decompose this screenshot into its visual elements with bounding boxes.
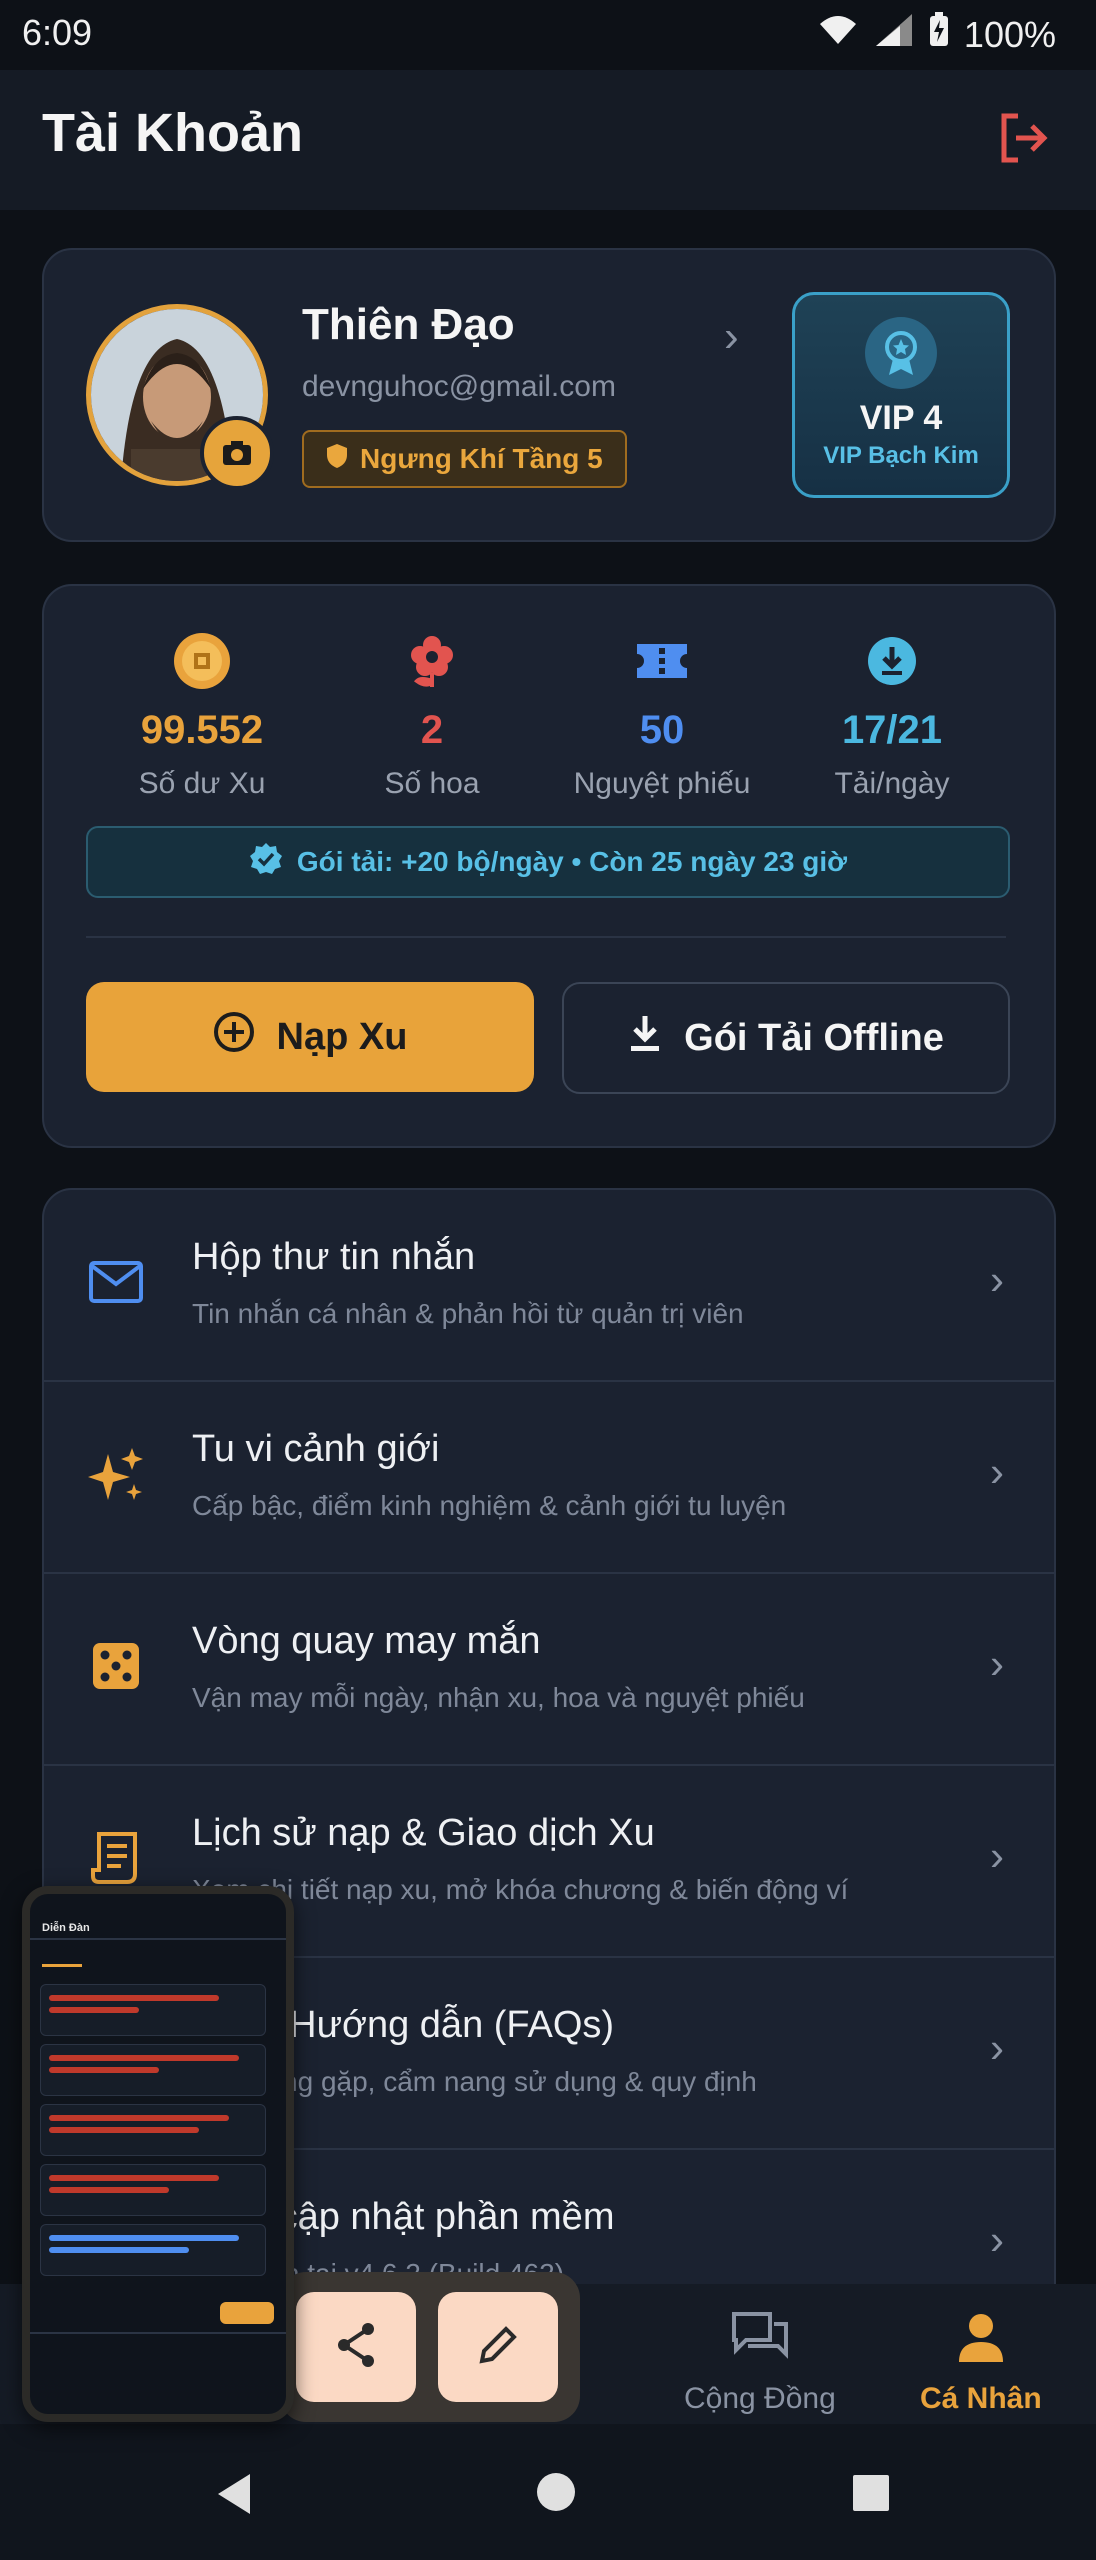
- offline-package-button[interactable]: Gói Tải Offline: [562, 982, 1010, 1094]
- menu-title: Tu vi cảnh giới: [192, 1428, 440, 1470]
- recents-icon[interactable]: [852, 2474, 890, 2517]
- coin-icon: [172, 628, 232, 694]
- system-navigation-bar: [0, 2424, 1096, 2560]
- back-icon[interactable]: [214, 2472, 254, 2521]
- divider: [86, 936, 1006, 938]
- package-text: Gói tải: +20 bộ/ngày • Còn 25 ngày 23 gi…: [296, 846, 848, 877]
- nav-item-community[interactable]: Cộng Đồng: [684, 2310, 836, 2416]
- signal-icon: [874, 12, 914, 57]
- screenshot-preview[interactable]: Diễn Đàn: [22, 1886, 294, 2422]
- stat-tickets-label: Nguyệt phiếu: [573, 767, 751, 800]
- mini-post: [40, 1984, 266, 2036]
- chevron-right-icon[interactable]: ›: [724, 312, 739, 362]
- download-icon: [866, 628, 918, 694]
- stat-downloads[interactable]: 17/21 Tải/ngày: [782, 628, 1002, 801]
- mini-post: [40, 2164, 266, 2216]
- mini-fab: [220, 2302, 274, 2324]
- menu-subtitle: Cấp bậc, điểm kinh nghiệm & cảnh giới tu…: [192, 1490, 787, 1521]
- dice-icon: [84, 1634, 148, 1698]
- ticket-icon: [635, 628, 689, 694]
- stat-flowers[interactable]: 2 Số hoa: [322, 628, 542, 801]
- sparkle-icon: [84, 1442, 148, 1506]
- receipt-icon: [84, 1826, 148, 1890]
- topup-button[interactable]: Nạp Xu: [86, 982, 534, 1092]
- vip-card[interactable]: VIP 4 VIP Bạch Kim: [792, 292, 1010, 498]
- plus-circle-icon: [213, 1011, 255, 1063]
- nav-label: Cộng Đồng: [684, 2382, 836, 2415]
- battery-percent: 100%: [963, 13, 1056, 55]
- mini-divider: [30, 1938, 286, 1940]
- person-icon: [953, 2310, 1009, 2374]
- wifi-icon: [816, 12, 860, 57]
- stat-coins[interactable]: 99.552 Số dư Xu: [92, 628, 312, 801]
- nav-item-profile[interactable]: Cá Nhân: [920, 2310, 1042, 2416]
- mini-title: Diễn Đàn: [42, 1922, 90, 1934]
- home-icon[interactable]: [536, 2472, 576, 2517]
- chevron-right-icon: ›: [990, 2024, 1004, 2071]
- verified-icon: [249, 842, 283, 883]
- battery-icon: [928, 12, 950, 57]
- mini-post: [40, 2224, 266, 2276]
- share-icon: [334, 2321, 378, 2374]
- topup-label: Nạp Xu: [276, 1015, 408, 1058]
- chevron-right-icon: ›: [990, 1640, 1004, 1687]
- chevron-right-icon: ›: [990, 1448, 1004, 1495]
- stat-coins-value: 99.552: [140, 708, 264, 752]
- stat-flowers-value: 2: [420, 708, 444, 752]
- profile-name: Thiên Đạo: [302, 300, 515, 349]
- offline-label: Gói Tải Offline: [684, 1016, 944, 1059]
- vip-badge-icon: [865, 317, 937, 389]
- stat-downloads-label: Tải/ngày: [834, 767, 950, 800]
- status-time: 6:09: [22, 12, 93, 53]
- vip-name: VIP Bạch Kim: [823, 442, 979, 469]
- edit-button[interactable]: [438, 2292, 558, 2402]
- mini-divider: [30, 2332, 286, 2334]
- pencil-icon: [476, 2323, 520, 2372]
- mini-post: [40, 2044, 266, 2096]
- status-icons: 100%: [816, 12, 1056, 57]
- menu-item-inbox[interactable]: Hộp thư tin nhắn Tin nhắn cá nhân & phản…: [44, 1190, 1054, 1382]
- stat-tickets[interactable]: 50 Nguyệt phiếu: [552, 628, 772, 801]
- menu-title: Lịch sử nạp & Giao dịch Xu: [192, 1812, 655, 1854]
- menu-title: Vòng quay may mắn: [192, 1620, 541, 1662]
- rank-badge: Ngưng Khí Tầng 5: [302, 430, 627, 488]
- stat-tickets-value: 50: [639, 708, 685, 752]
- camera-icon[interactable]: [200, 416, 274, 490]
- download-package-banner: Gói tải: +20 bộ/ngày • Còn 25 ngày 23 gi…: [86, 826, 1010, 898]
- chevron-right-icon: ›: [990, 1832, 1004, 1879]
- nav-label: Cá Nhân: [920, 2382, 1042, 2415]
- menu-subtitle: Vận may mỗi ngày, nhận xu, hoa và nguyệt…: [192, 1682, 805, 1713]
- stat-downloads-value: 17/21: [841, 708, 943, 752]
- logout-icon[interactable]: [996, 110, 1052, 166]
- forum-icon: [730, 2310, 790, 2374]
- mini-tab-indicator: [42, 1964, 82, 1967]
- vip-level: VIP 4: [859, 399, 943, 437]
- stat-flowers-label: Số hoa: [384, 767, 480, 800]
- rank-label: Ngưng Khí Tầng 5: [360, 443, 603, 474]
- flower-icon: [407, 628, 457, 694]
- mini-post: [40, 2104, 266, 2156]
- page-title: Tài Khoản: [42, 103, 304, 163]
- menu-item-cultivation[interactable]: Tu vi cảnh giới Cấp bậc, điểm kinh nghiệ…: [44, 1382, 1054, 1574]
- profile-email: devnguhoc@gmail.com: [302, 370, 616, 403]
- chevron-right-icon: ›: [990, 1256, 1004, 1303]
- share-button[interactable]: [296, 2292, 416, 2402]
- mail-icon: [84, 1250, 148, 1314]
- menu-item-lucky-wheel[interactable]: Vòng quay may mắn Vận may mỗi ngày, nhận…: [44, 1574, 1054, 1766]
- shield-icon: [326, 443, 348, 476]
- download-icon: [628, 1014, 662, 1062]
- chevron-right-icon: ›: [990, 2216, 1004, 2263]
- menu-title: Hộp thư tin nhắn: [192, 1236, 476, 1278]
- stat-coins-label: Số dư Xu: [138, 767, 266, 800]
- menu-subtitle: Tin nhắn cá nhân & phản hồi từ quản trị …: [192, 1298, 744, 1329]
